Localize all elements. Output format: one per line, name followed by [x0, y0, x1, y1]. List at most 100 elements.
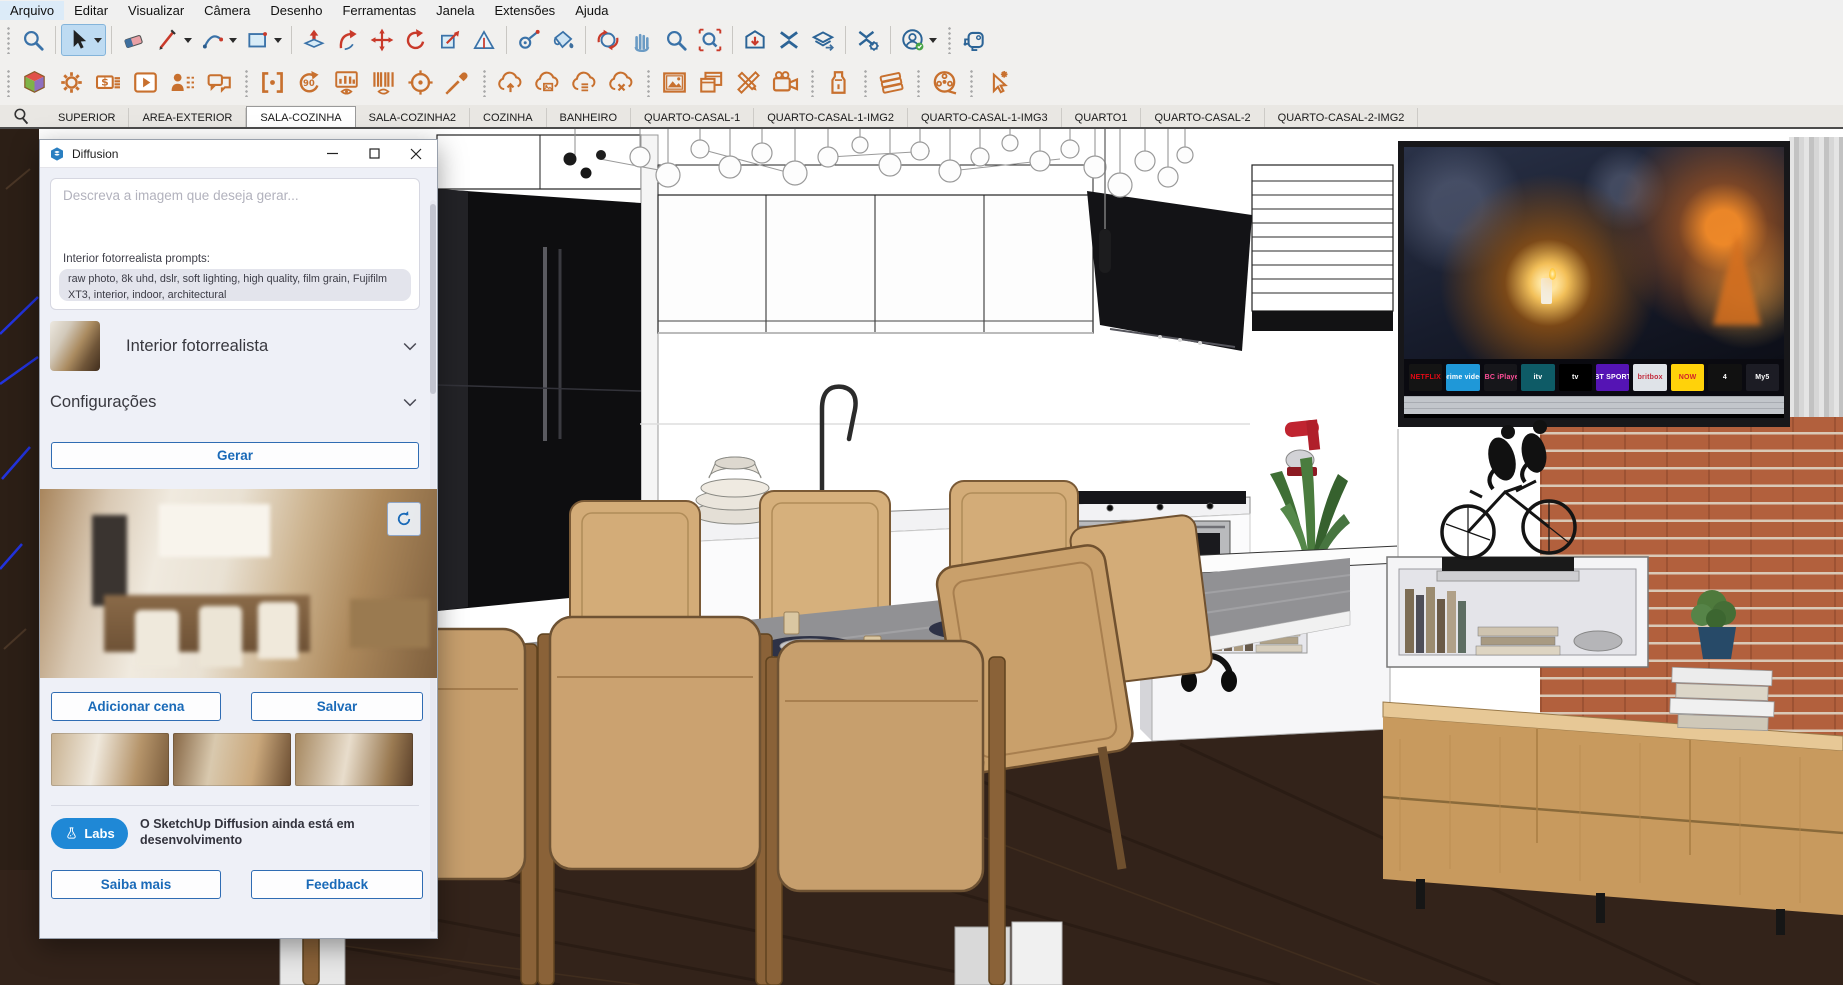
generated-thumbnail-3[interactable] — [295, 733, 413, 786]
window-layout-button[interactable] — [693, 65, 730, 100]
line-tool-button[interactable] — [151, 24, 196, 56]
menu-arquivo[interactable]: Arquivo — [0, 1, 64, 20]
dropdown-arrow-icon[interactable] — [94, 38, 102, 43]
protractor-tool-button[interactable] — [467, 24, 501, 56]
cloud-photos-button[interactable] — [529, 65, 566, 100]
menu-editar[interactable]: Editar — [64, 1, 118, 20]
menu-desenho[interactable]: Desenho — [260, 1, 332, 20]
scene-tab-quarto-casal-1[interactable]: QUARTO-CASAL-1 — [631, 108, 754, 127]
toolbar-drag-handle[interactable] — [244, 69, 249, 97]
material-books-button[interactable] — [873, 65, 910, 100]
video-camera-button[interactable] — [767, 65, 804, 100]
zoom-tool-button[interactable] — [659, 24, 693, 56]
cloud-models-button[interactable] — [566, 65, 603, 100]
rotate-tool-button[interactable] — [399, 24, 433, 56]
menu-janela[interactable]: Janela — [426, 1, 484, 20]
eyedropper-button[interactable] — [439, 65, 476, 100]
add-scene-button[interactable]: Adicionar cena — [51, 692, 221, 721]
colored-cube-button[interactable] — [16, 65, 53, 100]
settings-gear-button[interactable] — [53, 65, 90, 100]
3d-warehouse-button[interactable] — [738, 24, 772, 56]
film-reel-button[interactable] — [926, 65, 963, 100]
toolbar-drag-handle[interactable] — [969, 69, 974, 97]
arc-tool-button[interactable] — [196, 24, 241, 56]
account-button[interactable] — [896, 24, 941, 56]
close-button[interactable] — [395, 140, 437, 167]
toolbar-drag-handle[interactable] — [863, 69, 868, 97]
image-export-button[interactable] — [656, 65, 693, 100]
hide-chart-button[interactable] — [328, 65, 365, 100]
prompt-input[interactable]: Descreva a imagem que deseja gerar... In… — [50, 178, 420, 310]
style-selector[interactable]: Interior fotorrealista — [50, 320, 420, 372]
prompt-suggestion-chip[interactable]: raw photo, 8k uhd, dslr, soft lighting, … — [59, 269, 411, 301]
rotate-90-button[interactable]: 90 — [291, 65, 328, 100]
comments-button[interactable] — [201, 65, 238, 100]
zoom-extents-tool-button[interactable] — [693, 24, 727, 56]
dropdown-arrow-icon[interactable] — [229, 38, 237, 43]
search-icon[interactable] — [12, 107, 31, 126]
menu-visualizar[interactable]: Visualizar — [118, 1, 194, 20]
scrollbar-thumb[interactable] — [430, 204, 436, 394]
scene-brick-wall[interactable] — [1540, 417, 1843, 747]
menu-camera[interactable]: Câmera — [194, 1, 260, 20]
minimize-button[interactable] — [311, 140, 353, 167]
play-animation-button[interactable] — [127, 65, 164, 100]
dropdown-arrow-icon[interactable] — [184, 38, 192, 43]
extension-warehouse-button[interactable] — [772, 24, 806, 56]
cloud-upload-button[interactable] — [492, 65, 529, 100]
scene-range-hood[interactable] — [1087, 191, 1252, 351]
follow-me-tool-button[interactable] — [331, 24, 365, 56]
pan-tool-button[interactable] — [625, 24, 659, 56]
scene-tab-quarto-casal-1-img2[interactable]: QUARTO-CASAL-1-IMG2 — [754, 108, 908, 127]
chevron-down-icon[interactable] — [400, 336, 420, 356]
target-button[interactable] — [402, 65, 439, 100]
learn-more-button[interactable]: Saiba mais — [51, 870, 221, 899]
scale-tool-button[interactable] — [433, 24, 467, 56]
orbit-tool-button[interactable] — [591, 24, 625, 56]
eraser-tool-button[interactable] — [117, 24, 151, 56]
select-t9ool-button[interactable] — [61, 24, 106, 56]
selection-frame-button[interactable] — [254, 65, 291, 100]
menu-ferramentas[interactable]: Ferramentas — [332, 1, 426, 20]
push-pull-tool-button[interactable] — [297, 24, 331, 56]
scene-tab-quarto-casal-2[interactable]: QUARTO-CASAL-2 — [1141, 108, 1264, 127]
pricing-button[interactable]: $ — [90, 65, 127, 100]
drafting-tools-button[interactable] — [730, 65, 767, 100]
tape-measure-tool-button[interactable] — [512, 24, 546, 56]
scene-tab-quarto-casal-2-img2[interactable]: QUARTO-CASAL-2-IMG2 — [1265, 108, 1419, 127]
menu-ajuda[interactable]: Ajuda — [565, 1, 618, 20]
toolbar-drag-handle[interactable] — [810, 69, 815, 97]
smart-cursor-button[interactable] — [979, 65, 1016, 100]
client-list-button[interactable] — [164, 65, 201, 100]
scene-tab-banheiro[interactable]: BANHEIRO — [547, 108, 631, 127]
scene-tv[interactable]: NETFLIXprime videoBBC iPlayeritvtvBT SPO… — [1398, 141, 1790, 427]
hide-barcode-button[interactable] — [365, 65, 402, 100]
share-model-button[interactable] — [806, 24, 840, 56]
diffusion-button[interactable] — [957, 24, 991, 56]
menu-extensoes[interactable]: Extensões — [484, 1, 565, 20]
toolbar-drag-handle[interactable] — [947, 26, 952, 54]
dropdown-arrow-icon[interactable] — [274, 38, 282, 43]
toolbar-drag-handle[interactable] — [6, 26, 11, 54]
scene-tab-superior[interactable]: SUPERIOR — [45, 108, 129, 127]
extension-manager-button[interactable] — [851, 24, 885, 56]
toolbar-drag-handle[interactable] — [482, 69, 487, 97]
scene-tab-area-exterior[interactable]: AREA-EXTERIOR — [129, 108, 246, 127]
refresh-button[interactable] — [387, 502, 421, 536]
maximize-button[interactable] — [353, 140, 395, 167]
scene-tab-sala-cozinha2[interactable]: SALA-COZINHA2 — [356, 108, 470, 127]
cloud-tools-button[interactable] — [603, 65, 640, 100]
feedback-button[interactable]: Feedback — [251, 870, 423, 899]
scene-tab-quarto-casal-1-img3[interactable]: QUARTO-CASAL-1-IMG3 — [908, 108, 1062, 127]
toolbar-drag-handle[interactable] — [646, 69, 651, 97]
settings-toggle[interactable]: Configurações — [50, 387, 420, 417]
scene-tab-quarto1[interactable]: QUARTO1 — [1062, 108, 1142, 127]
toolbar-drag-handle[interactable] — [6, 69, 11, 97]
dialog-titlebar[interactable]: Diffusion — [40, 140, 437, 168]
scene-upper-cabinets[interactable] — [658, 165, 1393, 333]
save-button[interactable]: Salvar — [251, 692, 423, 721]
rectangle-tool-button[interactable] — [241, 24, 286, 56]
paint-bucket-tool-button[interactable] — [546, 24, 580, 56]
scene-tab-cozinha[interactable]: COZINHA — [470, 108, 547, 127]
generated-thumbnail-2[interactable] — [173, 733, 291, 786]
